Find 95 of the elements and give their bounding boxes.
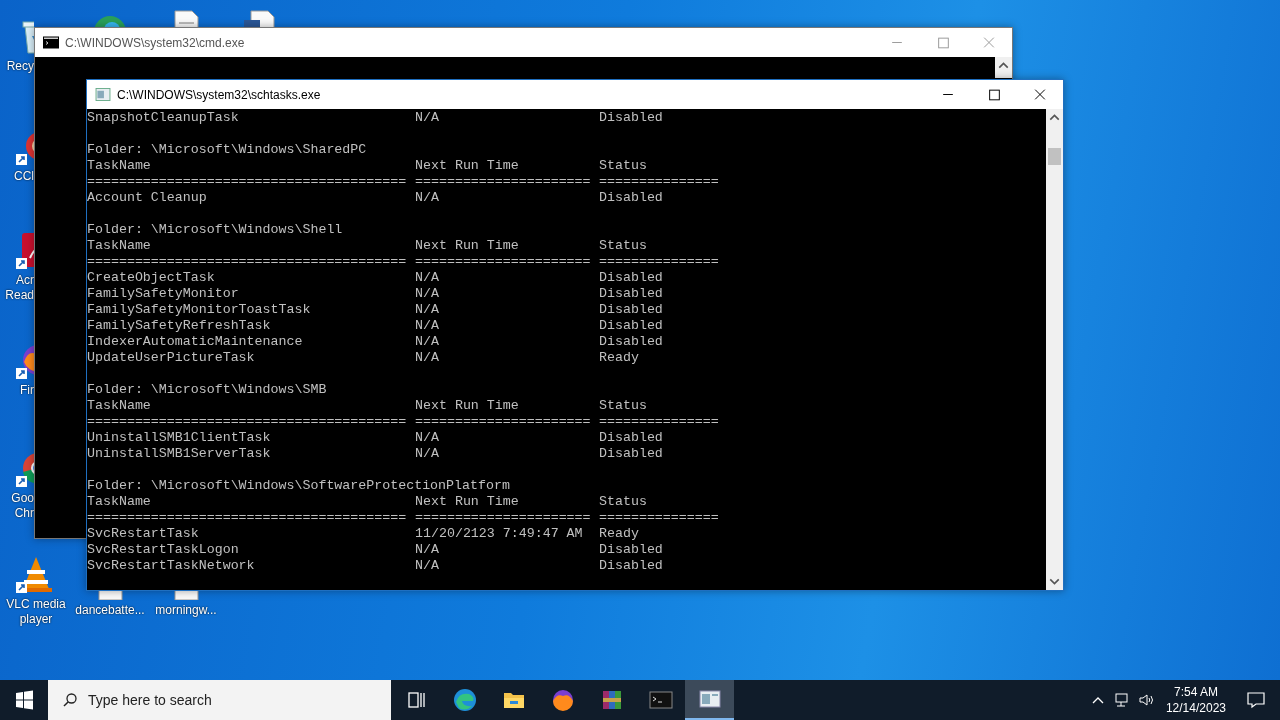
column-heading: TaskName [87, 238, 152, 254]
table-cell-text: SvcRestartTask [87, 526, 200, 542]
table-cell-text: N/A [415, 350, 440, 366]
window-title: C:\WINDOWS\system32\schtasks.exe [117, 87, 321, 102]
table-cell-text: Account Cleanup [87, 190, 208, 206]
scroll-thumb[interactable] [1048, 148, 1061, 165]
table-cell-text: SnapshotCleanupTask [87, 110, 240, 126]
desktop-icon-label[interactable]: morningw... [150, 603, 222, 618]
taskbar-app-button[interactable] [685, 680, 734, 720]
table-cell-text: N/A [415, 318, 440, 334]
table-cell-text: N/A [415, 542, 440, 558]
table-cell-text: Disabled [599, 558, 664, 574]
separator-line: =============== [599, 174, 720, 190]
table-cell-text: FamilySafetyRefreshTask [87, 318, 272, 334]
search-icon [62, 692, 78, 708]
column-heading: Status [599, 398, 648, 414]
table-cell-text: UninstallSMB1ClientTask [87, 430, 272, 446]
column-heading: TaskName [87, 494, 152, 510]
folder-heading: Folder: \Microsoft\Windows\SoftwareProtectionPlatform [87, 478, 510, 493]
table-cell-text: N/A [415, 302, 440, 318]
table-cell-text: Disabled [599, 302, 664, 318]
scrollbar[interactable] [1046, 109, 1063, 590]
table-cell-text: SvcRestartTaskNetwork [87, 558, 256, 574]
table-cell-text: N/A [415, 190, 440, 206]
table-cell-text: SvcRestartTaskLogon [87, 542, 240, 558]
table-cell-text: Disabled [599, 542, 664, 558]
table-cell-text: Disabled [599, 110, 664, 126]
column-heading: TaskName [87, 158, 152, 174]
separator-line: =============== [599, 510, 720, 526]
network-icon[interactable] [1113, 692, 1130, 708]
separator-line: =============== [599, 414, 720, 430]
clock-time: 7:54 AM [1173, 684, 1218, 700]
column-heading: Status [599, 238, 648, 254]
window-app-icon [697, 687, 722, 711]
column-heading: Status [599, 158, 648, 174]
table-cell-text: IndexerAutomaticMaintenance [87, 334, 304, 350]
browser-icon [452, 688, 477, 712]
table-cell-text: N/A [415, 558, 440, 574]
column-heading: Next Run Time [415, 398, 520, 414]
column-heading: Next Run Time [415, 494, 520, 510]
table-cell-text: Ready [599, 526, 640, 542]
column-heading: Status [599, 494, 648, 510]
separator-line: ====================== [415, 510, 592, 526]
table-cell-text: UninstallSMB1ServerTask [87, 446, 272, 462]
table-cell-text: Disabled [599, 190, 664, 206]
table-cell-text: Disabled [599, 430, 664, 446]
console-icon [648, 688, 673, 712]
notification-icon[interactable] [1246, 690, 1266, 710]
desktop-icon-label[interactable]: Fir [0, 383, 34, 398]
separator-line: ======================================== [87, 414, 408, 430]
table-cell-text: FamilySafetyMonitor [87, 286, 240, 302]
separator-line: ====================== [415, 174, 592, 190]
table-cell-text: UpdateUserPictureTask [87, 350, 256, 366]
table-cell-text: CreateObjectTask [87, 270, 216, 286]
table-cell-text: Disabled [599, 318, 664, 334]
table-cell-text: Disabled [599, 334, 664, 350]
folder-heading: Folder: \Microsoft\Windows\SharedPC [87, 142, 367, 157]
console-icon [43, 36, 59, 49]
separator-line: =============== [599, 254, 720, 270]
table-cell-text: N/A [415, 286, 440, 302]
table-cell-text: N/A [415, 446, 440, 462]
folder-heading: Folder: \Microsoft\Windows\SMB [87, 382, 327, 397]
column-heading: Next Run Time [415, 238, 520, 254]
fox-globe-icon [550, 688, 575, 712]
table-cell-text: N/A [415, 270, 440, 286]
table-cell-text: N/A [415, 110, 440, 126]
window-title: C:\WINDOWS\system32\cmd.exe [65, 35, 245, 50]
desktop-icon-label[interactable]: CCl [0, 169, 34, 184]
separator-line: ======================================== [87, 510, 408, 526]
scrollbar[interactable] [995, 57, 1012, 78]
separator-line: ====================== [415, 414, 592, 430]
window-app-icon [95, 88, 111, 101]
desktop-icon-label[interactable]: dancebatte... [74, 603, 146, 618]
table-cell-text: N/A [415, 430, 440, 446]
column-heading: Next Run Time [415, 158, 520, 174]
table-cell-text: FamilySafetyMonitorToastTask [87, 302, 312, 318]
desktop-icon-label[interactable]: Recy [0, 59, 34, 74]
table-cell-text: Disabled [599, 286, 664, 302]
separator-line: ======================================== [87, 174, 408, 190]
clock[interactable]: 7:54 AM 12/14/2023 [1157, 684, 1234, 716]
table-cell-text: Ready [599, 350, 640, 366]
table-cell-text: N/A [415, 334, 440, 350]
table-cell-text: 11/20/2123 7:49:47 AM [415, 526, 584, 542]
clock-date: 12/14/2023 [1165, 700, 1226, 716]
search-field[interactable]: Type here to search [48, 680, 391, 720]
desktop-icon-label[interactable]: VLC media player [0, 597, 72, 627]
desktop-icon-label[interactable]: Goo Chr [0, 491, 34, 521]
table-cell-text: Disabled [599, 270, 664, 286]
separator-line: ======================================== [87, 254, 408, 270]
desktop-icon-label[interactable]: Acr Read [0, 273, 34, 303]
volume-icon[interactable] [1137, 692, 1154, 708]
column-heading: TaskName [87, 398, 152, 414]
folder-heading: Folder: \Microsoft\Windows\Shell [87, 222, 343, 237]
table-cell-text: Disabled [599, 446, 664, 462]
separator-line: ====================== [415, 254, 592, 270]
